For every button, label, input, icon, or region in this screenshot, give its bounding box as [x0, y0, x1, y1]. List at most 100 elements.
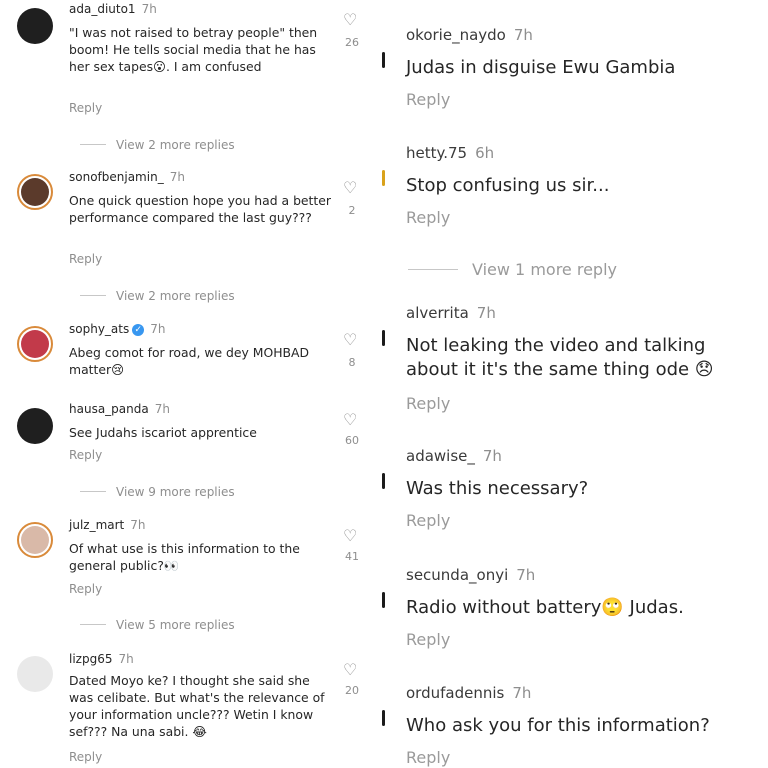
- like-count: 60: [345, 434, 359, 447]
- comment-text: Abeg comot for road, we dey MOHBAD matte…: [69, 345, 310, 377]
- comment-text: Radio without battery🙄 Judas.: [406, 597, 684, 618]
- comment-text: One quick question hope you had a better…: [69, 193, 331, 225]
- comment-username[interactable]: alverrita: [406, 304, 469, 322]
- comment-time: 7h: [154, 402, 170, 416]
- view-more-label: View 9 more replies: [116, 485, 235, 499]
- comment-username[interactable]: okorie_naydo: [406, 26, 506, 44]
- reply-button[interactable]: Reply: [69, 750, 102, 764]
- comment-username[interactable]: secunda_onyi: [406, 566, 508, 584]
- avatar[interactable]: [17, 656, 53, 692]
- heart-outline-icon[interactable]: ♡: [343, 12, 357, 28]
- reply-button[interactable]: Reply: [69, 101, 102, 115]
- view-more-replies[interactable]: View 5 more replies: [80, 618, 235, 632]
- comment-header: ordufadennis 7h: [406, 684, 531, 702]
- comment-header: sophy_ats ✓ 7h: [69, 322, 165, 336]
- reply-button[interactable]: Reply: [406, 90, 450, 109]
- divider-line: [408, 269, 458, 270]
- avatar-edge: [382, 592, 385, 608]
- avatar-image: [21, 178, 49, 206]
- comment-header: hetty.75 6h: [406, 144, 494, 162]
- heart-outline-icon[interactable]: ♡: [343, 332, 357, 348]
- divider-line: [80, 624, 106, 625]
- reply-button[interactable]: Reply: [406, 208, 450, 227]
- comment-text: "I was not raised to betray people" then…: [69, 25, 318, 74]
- avatar[interactable]: [17, 522, 53, 558]
- view-more-label: View 5 more replies: [116, 618, 235, 632]
- view-more-label: View 1 more reply: [472, 260, 617, 279]
- avatar-image: [21, 330, 49, 358]
- view-more-replies[interactable]: View 1 more reply: [408, 260, 617, 279]
- comment-text: See Judahs iscariot apprentice: [69, 425, 257, 440]
- comment-header: secunda_onyi 7h: [406, 566, 535, 584]
- comment-time: 7h: [150, 322, 166, 336]
- comment-text: Of what use is this information to the g…: [69, 541, 300, 573]
- view-more-label: View 2 more replies: [116, 138, 235, 152]
- comment-time: 7h: [512, 684, 532, 702]
- comment-header: adawise_ 7h: [406, 447, 502, 465]
- comment-header: sonofbenjamin_ 7h: [69, 170, 185, 184]
- comment-text: Was this necessary?: [406, 478, 589, 499]
- heart-outline-icon[interactable]: ♡: [343, 528, 357, 544]
- reply-button[interactable]: Reply: [406, 511, 450, 530]
- comment-header: ada_diuto1 7h: [69, 2, 157, 16]
- view-more-replies[interactable]: View 2 more replies: [80, 138, 235, 152]
- comment-text: Who ask you for this information?: [406, 715, 710, 736]
- heart-outline-icon[interactable]: ♡: [343, 180, 357, 196]
- avatar-image: [21, 526, 49, 554]
- comment-time: 7h: [130, 518, 146, 532]
- avatar[interactable]: [17, 326, 53, 362]
- comment-header: okorie_naydo 7h: [406, 26, 533, 44]
- view-more-replies[interactable]: View 2 more replies: [80, 289, 235, 303]
- comment-username[interactable]: sophy_ats: [69, 322, 129, 336]
- comment-username[interactable]: sonofbenjamin_: [69, 170, 164, 184]
- avatar-edge: [382, 170, 385, 186]
- comment-text: Judas in disguise Ewu Gambia: [406, 57, 676, 78]
- comment-time: 7h: [513, 26, 533, 44]
- reply-button[interactable]: Reply: [69, 448, 102, 462]
- comment-username[interactable]: julz_mart: [69, 518, 124, 532]
- like-count: 8: [348, 356, 356, 369]
- avatar-edge: [382, 473, 385, 489]
- comment-header: julz_mart 7h: [69, 518, 146, 532]
- comment-username[interactable]: ordufadennis: [406, 684, 504, 702]
- avatar[interactable]: [17, 408, 53, 444]
- avatar[interactable]: [17, 174, 53, 210]
- comment-time: 7h: [476, 304, 496, 322]
- comment-time: 7h: [141, 2, 157, 16]
- avatar-edge: [382, 710, 385, 726]
- comment-text: Stop confusing us sir...: [406, 175, 610, 196]
- comment-header: hausa_panda 7h: [69, 402, 170, 416]
- reply-button[interactable]: Reply: [406, 394, 450, 413]
- comment-username[interactable]: ada_diuto1: [69, 2, 136, 16]
- heart-outline-icon[interactable]: ♡: [343, 662, 357, 678]
- heart-outline-icon[interactable]: ♡: [343, 412, 357, 428]
- comment-username[interactable]: lizpg65: [69, 652, 112, 666]
- comment-username[interactable]: hausa_panda: [69, 402, 149, 416]
- comment-time: 7h: [482, 447, 502, 465]
- reply-button[interactable]: Reply: [69, 252, 102, 266]
- avatar-edge: [382, 330, 385, 346]
- reply-button[interactable]: Reply: [406, 748, 450, 767]
- like-count: 41: [345, 550, 359, 563]
- like-count: 26: [345, 36, 359, 49]
- comment-text: Dated Moyo ke? I thought she said she wa…: [69, 673, 325, 739]
- avatar-edge: [382, 52, 385, 68]
- reply-button[interactable]: Reply: [406, 630, 450, 649]
- comment-time: 6h: [475, 144, 495, 162]
- comment-username[interactable]: adawise_: [406, 447, 475, 465]
- divider-line: [80, 295, 106, 296]
- avatar[interactable]: [17, 8, 53, 44]
- comment-text: Not leaking the video and talking about …: [406, 335, 714, 380]
- like-count: 20: [345, 684, 359, 697]
- left-comments-panel: ada_diuto1 7h "I was not raised to betray…: [0, 0, 378, 768]
- verified-badge-icon: ✓: [132, 324, 145, 336]
- view-more-replies[interactable]: View 9 more replies: [80, 485, 235, 499]
- right-comments-panel: okorie_naydo 7h Judas in disguise Ewu Gam…: [378, 0, 768, 768]
- like-count: 2: [348, 204, 356, 217]
- reply-button[interactable]: Reply: [69, 582, 102, 596]
- comment-username[interactable]: hetty.75: [406, 144, 467, 162]
- view-more-label: View 2 more replies: [116, 289, 235, 303]
- divider-line: [80, 144, 106, 145]
- comment-time: 7h: [516, 566, 536, 584]
- comment-header: lizpg65 7h: [69, 652, 134, 666]
